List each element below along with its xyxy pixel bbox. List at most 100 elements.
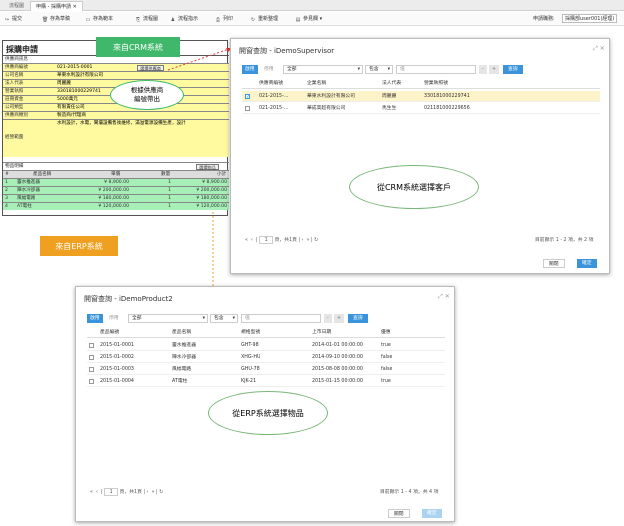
table-row[interactable]: 1 靈水推進器 ¥ 8,900.00 1 ¥ 8,900.00: [3, 178, 229, 186]
filter-disable-button[interactable]: 停用: [261, 65, 277, 74]
query-button[interactable]: 查詢: [348, 314, 368, 323]
goods-row: 物品明細 選擇物品: [3, 162, 229, 170]
reference-button[interactable]: ▤ 參見欄 ▾: [295, 15, 323, 23]
filter-disable-button[interactable]: 停用: [106, 314, 122, 323]
header-product-id: 產品編號: [100, 330, 120, 335]
last-page-icon[interactable]: »: [307, 238, 310, 243]
close-icon[interactable]: ✕: [445, 293, 450, 300]
crm-select-cloud: 從CRM系統選擇客戶: [349, 165, 479, 209]
row-checkbox[interactable]: [89, 343, 94, 348]
applicant-select[interactable]: 採購部user001(經理): [562, 14, 618, 23]
cell: 2015-01-0002: [100, 355, 134, 360]
query-button[interactable]: 查詢: [503, 65, 523, 74]
row-checkbox[interactable]: [89, 379, 94, 384]
page-input[interactable]: 1: [104, 488, 119, 496]
prev-page-icon[interactable]: ‹: [96, 490, 98, 495]
cell: AT電柱: [172, 379, 188, 384]
remove-condition-button[interactable]: -: [479, 65, 487, 74]
add-condition-button[interactable]: +: [334, 314, 345, 323]
header-license: 營業執照號: [424, 81, 448, 86]
prev-page-icon[interactable]: ‹: [251, 238, 253, 243]
page-input[interactable]: 1: [259, 236, 274, 244]
row-checkbox[interactable]: [89, 355, 94, 360]
next-page-icon[interactable]: ›: [302, 238, 304, 243]
submit-button[interactable]: ↪ 提交: [4, 15, 22, 23]
operator-select[interactable]: 包含 ▾: [365, 65, 393, 74]
grid-header: 供應商編號 企業名稱 法人代表 營業執照號: [242, 79, 600, 89]
header-supplier-id: 供應商編號: [259, 81, 283, 86]
table-row[interactable]: 2 陣水冷卻器 ¥ 200,000.00 1 ¥ 200,000.00: [3, 186, 229, 194]
field-value: 周麗麗: [57, 81, 71, 86]
supervisor-dialog: 開窗查詢 - iDemoSupervisor ⤢ ✕ 啟用 停用 全部 ▾ 包含 ▾…: [230, 38, 610, 274]
last-page-icon[interactable]: »: [152, 490, 155, 495]
close-icon[interactable]: ✕: [600, 45, 605, 52]
field-select-value: 全部: [132, 316, 142, 321]
filter-enable-button[interactable]: 啟用: [242, 65, 258, 74]
close-icon[interactable]: ✕: [73, 4, 77, 10]
chevron-down-icon: ▾: [202, 316, 205, 321]
cell: GHU-78: [241, 367, 260, 372]
refresh-icon[interactable]: ↻: [159, 490, 163, 495]
remove-condition-button[interactable]: -: [324, 314, 332, 323]
table-row[interactable]: 2015-01-0003 風幅電路 GHU-78 2015-08-08 00:0…: [87, 364, 445, 375]
tab-purchase-request[interactable]: 申購 - 採購申請 ✕: [30, 1, 83, 11]
close-button[interactable]: 關閉: [388, 509, 410, 518]
guide-icon: ♟: [170, 17, 176, 23]
filter-enable-button[interactable]: 啟用: [87, 314, 103, 323]
row-qty: 1: [168, 204, 171, 209]
cell: false: [381, 355, 393, 360]
cell: 馬生生: [382, 106, 397, 111]
table-row[interactable]: 2015-01-0004 AT電柱 KJK-21 2015-01-15 00:0…: [87, 376, 445, 387]
operator-select[interactable]: 包含 ▾: [210, 314, 238, 323]
table-row[interactable]: 021-2015-... 華成高超有限公司 馬生生 02118100022965…: [242, 103, 600, 114]
refresh-button[interactable]: ↻ 重新整理: [250, 15, 278, 23]
print-button[interactable]: ⎙ 列印: [215, 15, 233, 23]
header-total: 小計: [217, 172, 227, 177]
cell: XHG-HU: [241, 355, 261, 360]
next-page-icon[interactable]: ›: [147, 490, 149, 495]
confirm-button[interactable]: 確定: [422, 509, 442, 518]
tab-label: 申購 - 採購申請: [36, 4, 71, 10]
row-checkbox[interactable]: [245, 106, 250, 111]
field-row: 公司類型 有限責任公司: [3, 103, 229, 111]
row-checkbox[interactable]: ✓: [245, 94, 250, 100]
grid-header: 產品編號 產品名稱 規格型號 上市日期 優惠: [87, 328, 445, 338]
reference-icon: ▤: [295, 17, 301, 23]
table-row[interactable]: 3 風幅電路 ¥ 180,000.00 1 ¥ 180,000.00: [3, 194, 229, 202]
field-select-value: 全部: [287, 67, 297, 72]
field-select[interactable]: 全部 ▾: [128, 314, 208, 323]
tab-flowchart[interactable]: 流程圖: [4, 1, 29, 11]
toolbar: ↪ 提交 🗑 存為草稿 ▭ 存為範本 ⎘ 流程圖 ♟ 流程指示 ⎙ 列印 ↻ 重新整理 ▤ 參見…: [0, 12, 624, 26]
field-value: 有限責任公司: [57, 105, 85, 110]
expand-icon[interactable]: ⤢: [593, 45, 598, 52]
field-row: 供應商類別 製造商/代理商: [3, 111, 229, 119]
add-condition-button[interactable]: +: [489, 65, 500, 74]
header-no: #: [5, 172, 9, 177]
save-template-button[interactable]: ▭ 存為範本: [85, 15, 113, 23]
first-page-icon[interactable]: «: [245, 238, 248, 243]
document-icon: ▭: [85, 17, 91, 23]
row-no: 3: [5, 196, 8, 201]
close-button[interactable]: 關閉: [543, 259, 565, 268]
field-select[interactable]: 全部 ▾: [283, 65, 363, 74]
row-checkbox[interactable]: [89, 367, 94, 372]
cell: 2015-01-15 00:00:00: [312, 379, 363, 384]
goods-label: 物品明細: [5, 164, 24, 169]
expand-icon[interactable]: ⤢: [438, 293, 443, 300]
refresh-icon[interactable]: ↻: [314, 238, 318, 243]
flow-guide-button[interactable]: ♟ 流程指示: [170, 15, 198, 23]
first-page-icon[interactable]: «: [90, 490, 93, 495]
confirm-button[interactable]: 確定: [577, 259, 597, 268]
field-label: 營業執照: [5, 89, 24, 94]
table-row[interactable]: 2015-01-0001 靈水推進器 GHT-98 2014-01-01 00:…: [87, 340, 445, 351]
table-row[interactable]: ✓ 021-2015-... 華東水利設計有限公司 周麗麗 3301810002…: [242, 91, 600, 102]
save-draft-button[interactable]: 🗑 存為草稿: [42, 15, 70, 23]
header-product-name: 產品名稱: [172, 330, 192, 335]
value-input[interactable]: 值: [396, 65, 476, 74]
flowchart-button[interactable]: ⎘ 流程圖: [135, 15, 158, 23]
table-row[interactable]: 2015-01-0002 陣水冷卻器 XHG-HU 2014-09-10 00:…: [87, 352, 445, 363]
supplier-id-value[interactable]: 021-2015-0001: [57, 64, 92, 71]
value-input[interactable]: 值: [241, 314, 321, 323]
table-row[interactable]: 4 AT電柱 ¥ 120,000.00 1 ¥ 120,000.00: [3, 202, 229, 210]
field-label: 法人代表: [5, 81, 24, 86]
